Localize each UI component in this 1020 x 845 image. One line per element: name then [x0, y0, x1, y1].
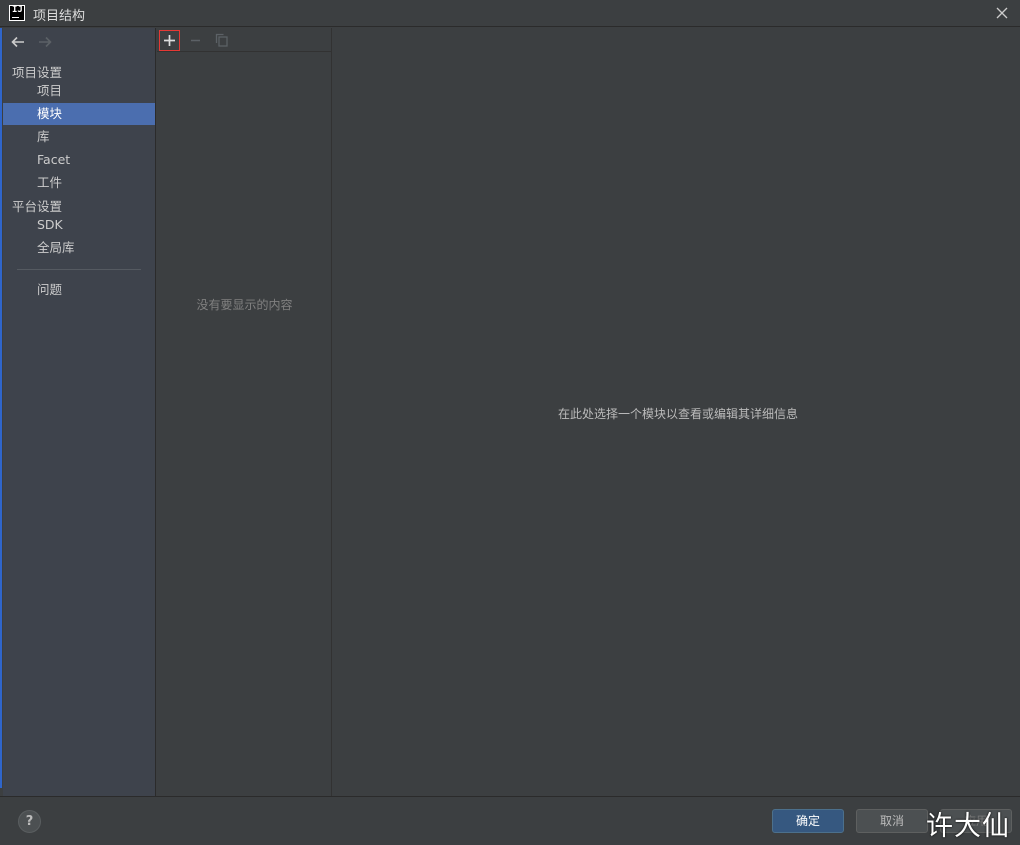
cancel-button[interactable]: 取消 [856, 809, 928, 833]
copy-icon [215, 33, 228, 47]
sidebar-item-problems[interactable]: 问题 [3, 279, 155, 301]
help-button[interactable]: ? [18, 810, 41, 833]
sidebar-item-libraries[interactable]: 库 [3, 126, 155, 148]
arrow-right-icon[interactable] [37, 34, 53, 50]
sidebar-divider [17, 269, 141, 270]
section-project-settings: 项目设置 [12, 65, 63, 80]
sidebar-item-facets[interactable]: Facet [3, 149, 155, 171]
sidebar-item-global-libraries[interactable]: 全局库 [3, 237, 155, 259]
sidebar-item-artifacts[interactable]: 工件 [3, 172, 155, 194]
sidebar: 项目设置 项目 模块 库 Facet 工件 平台设置 SDK 全局库 问题 [3, 28, 156, 796]
sidebar-item-project[interactable]: 项目 [3, 80, 155, 102]
sidebar-item-modules[interactable]: 模块 [3, 103, 155, 125]
arrow-left-icon[interactable] [10, 34, 26, 50]
ok-button[interactable]: 确定 [772, 809, 844, 833]
module-list-panel: 没有要显示的内容 [157, 28, 332, 796]
module-detail-panel: 在此处选择一个模块以查看或编辑其详细信息 [333, 28, 1020, 796]
remove-module-button[interactable] [185, 30, 206, 51]
copy-module-button[interactable] [211, 30, 232, 51]
title-bar: IJ 项目结构 [0, 0, 1020, 27]
minus-icon [191, 39, 200, 42]
empty-list-text: 没有要显示的内容 [196, 298, 293, 312]
add-module-button[interactable] [159, 30, 180, 51]
sidebar-item-sdks[interactable]: SDK [3, 214, 155, 236]
plus-icon [164, 35, 175, 46]
section-platform-settings: 平台设置 [12, 199, 63, 214]
detail-hint-text: 在此处选择一个模块以查看或编辑其详细信息 [557, 407, 798, 421]
watermark-text: 许大仙 [926, 811, 1010, 842]
close-icon[interactable] [994, 5, 1010, 21]
intellij-app-icon: IJ [9, 5, 25, 21]
window-title: 项目结构 [33, 9, 86, 24]
dialog-footer: ? 确定 取消 应用 许大仙 [0, 796, 1020, 845]
list-toolbar [157, 28, 332, 52]
app-icon-text: IJ [12, 5, 23, 15]
